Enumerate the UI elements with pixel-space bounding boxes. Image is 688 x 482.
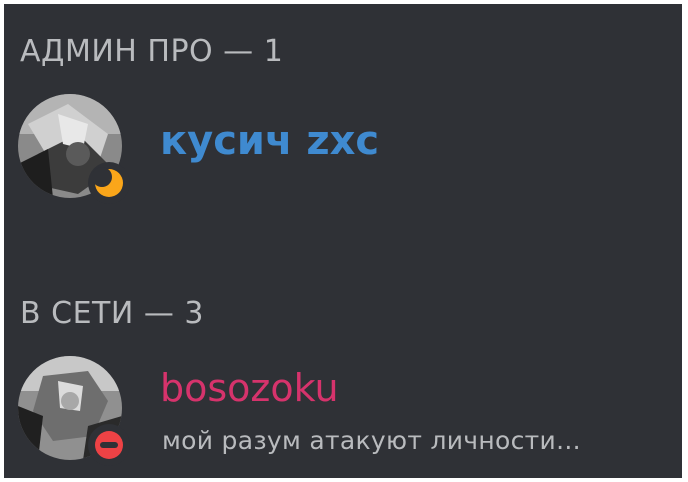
member-item-bosozoku[interactable]: bosozoku мой разум атакуют личности...	[18, 356, 682, 466]
group-header-admin: АДМИН ПРО — 1	[20, 34, 284, 69]
member-name[interactable]: кусич zxc	[160, 118, 379, 164]
do-not-disturb-icon	[95, 431, 123, 459]
status-idle-indicator	[88, 162, 130, 204]
member-item-kusich[interactable]: кусич zxc	[18, 94, 682, 204]
member-activity-status: мой разум атакуют личности...	[162, 426, 581, 455]
moon-icon	[93, 167, 123, 197]
member-name[interactable]: bosozoku	[160, 366, 339, 410]
group-header-online: В СЕТИ — 3	[20, 296, 204, 331]
member-list-panel: АДМИН ПРО — 1 кусич zxc В СЕТИ — 3 bosoz…	[4, 4, 682, 478]
status-dnd-indicator	[88, 424, 130, 466]
